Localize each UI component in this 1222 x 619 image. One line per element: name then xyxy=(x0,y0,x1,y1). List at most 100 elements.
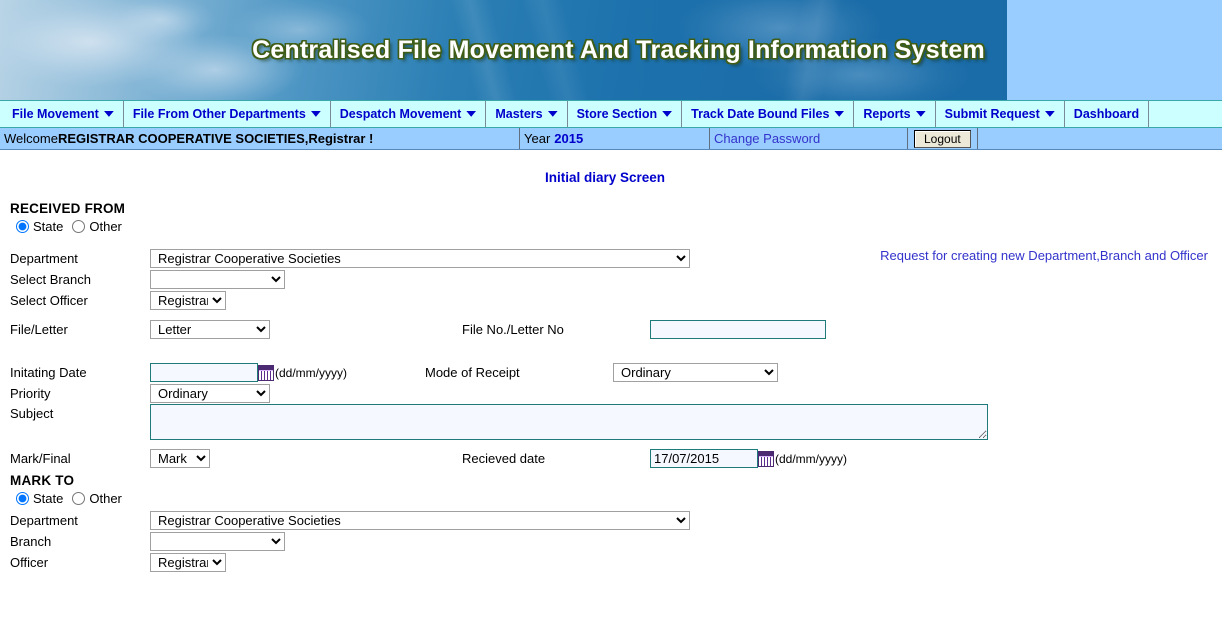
file-letter-select[interactable]: Letter xyxy=(150,320,270,339)
received-date-input[interactable] xyxy=(650,449,758,468)
application-title: Centralised File Movement And Tracking I… xyxy=(252,35,985,64)
received-from-source-radio-group: State Other xyxy=(0,219,1222,234)
menu-item-file-movement[interactable]: File Movement xyxy=(0,101,124,127)
calendar-icon[interactable] xyxy=(758,450,774,467)
banner-right-panel xyxy=(1007,0,1222,100)
menu-label: Dashboard xyxy=(1073,107,1140,121)
mark-final-select[interactable]: Mark xyxy=(150,449,210,468)
file-letter-label: File/Letter xyxy=(10,322,68,337)
initiating-date-input[interactable] xyxy=(150,363,258,382)
received-from-branch-label: Select Branch xyxy=(10,272,91,287)
subject-label: Subject xyxy=(10,406,54,421)
chevron-down-icon xyxy=(466,111,476,117)
priority-select[interactable]: Ordinary xyxy=(150,384,270,403)
page-title: Initial diary Screen xyxy=(544,170,666,185)
welcome-prefix: Welcome xyxy=(4,131,58,146)
menu-item-file-from-other-departments[interactable]: File From Other Departments xyxy=(124,101,331,127)
received-from-department-label: Department xyxy=(10,251,78,266)
menu-item-track-date-bound-files[interactable]: Track Date Bound Files xyxy=(682,101,855,127)
mark-to-branch-label: Branch xyxy=(10,534,52,549)
mark-to-branch-row: Branch xyxy=(0,531,1222,552)
mark-to-state-radio[interactable] xyxy=(16,492,29,505)
initial-diary-form: RECEIVED FROM State Other Department Reg… xyxy=(0,201,1222,573)
received-from-other-option[interactable]: Other xyxy=(72,219,122,234)
priority-row: Priority Ordinary xyxy=(0,383,1222,404)
chevron-down-icon xyxy=(916,111,926,117)
year-display: Year 2015 xyxy=(520,128,710,149)
menu-item-despatch-movement[interactable]: Despatch Movement xyxy=(331,101,487,127)
mark-to-heading: MARK TO xyxy=(10,473,75,488)
mark-to-branch-select[interactable] xyxy=(150,532,285,551)
mark-to-other-label: Other xyxy=(89,491,122,506)
chevron-down-icon xyxy=(662,111,672,117)
priority-label: Priority xyxy=(10,386,51,401)
menu-empty-space xyxy=(1149,101,1222,127)
received-date-format-hint: (dd/mm/yyyy) xyxy=(775,451,847,466)
year-label: Year xyxy=(524,131,551,146)
received-from-officer-label: Select Officer xyxy=(10,293,88,308)
request-new-department-link[interactable]: Request for creating new Department,Bran… xyxy=(880,248,1208,263)
received-from-officer-row: Select Officer Registrar xyxy=(0,290,1222,311)
received-from-department-select[interactable]: Registrar Cooperative Societies xyxy=(150,249,690,268)
page-banner: Centralised File Movement And Tracking I… xyxy=(0,0,1222,100)
welcome-username: REGISTRAR COOPERATIVE SOCIETIES,Registra… xyxy=(57,131,374,146)
logout-cell: Logout xyxy=(908,128,978,149)
mark-final-label: Mark/Final xyxy=(10,451,71,466)
mark-to-other-radio[interactable] xyxy=(72,492,86,505)
received-from-branch-select[interactable] xyxy=(150,270,285,289)
received-from-state-label: State xyxy=(33,219,64,234)
mark-to-department-select[interactable]: Registrar Cooperative Societies xyxy=(150,511,690,530)
menu-label: Track Date Bound Files xyxy=(691,107,830,121)
menu-item-masters[interactable]: Masters xyxy=(486,101,568,127)
menu-item-store-section[interactable]: Store Section xyxy=(568,101,683,127)
change-password-link[interactable]: Change Password xyxy=(710,128,908,149)
received-from-other-radio[interactable] xyxy=(72,220,86,233)
mark-to-officer-select[interactable]: Registrar xyxy=(150,553,226,572)
mark-to-officer-row: Officer Registrar xyxy=(0,552,1222,573)
subject-row: Subject xyxy=(0,404,1222,440)
year-value: 2015 xyxy=(554,131,584,146)
received-from-branch-row: Select Branch xyxy=(0,269,1222,290)
received-from-state-option[interactable]: State xyxy=(16,219,63,234)
mark-to-department-row: Department Registrar Cooperative Societi… xyxy=(0,510,1222,531)
menu-label: File Movement xyxy=(12,107,99,121)
initiating-date-label: Initating Date xyxy=(10,365,87,380)
calendar-icon[interactable] xyxy=(258,364,274,381)
file-no-input[interactable] xyxy=(650,320,826,339)
received-date-label: Recieved date xyxy=(462,451,546,466)
chevron-down-icon xyxy=(1045,111,1055,117)
subject-textarea[interactable] xyxy=(150,404,988,440)
mode-of-receipt-label: Mode of Receipt xyxy=(425,365,520,380)
welcome-message: Welcome REGISTRAR COOPERATIVE SOCIETIES,… xyxy=(0,128,520,149)
mark-to-state-option[interactable]: State xyxy=(16,491,63,506)
mark-to-state-label: State xyxy=(33,491,64,506)
chevron-down-icon xyxy=(311,111,321,117)
mark-final-row: Mark/Final Mark Recieved date (dd/mm/yyy… xyxy=(0,448,1222,469)
menu-item-dashboard[interactable]: Dashboard xyxy=(1065,101,1150,127)
received-from-state-radio[interactable] xyxy=(16,220,29,233)
menu-label: File From Other Departments xyxy=(132,107,306,121)
mark-to-other-option[interactable]: Other xyxy=(72,491,122,506)
status-bar-empty-space xyxy=(978,128,1222,149)
mark-to-department-label: Department xyxy=(10,513,78,528)
menu-label: Store Section xyxy=(576,107,658,121)
file-letter-row: File/Letter Letter File No./Letter No xyxy=(0,319,1222,340)
menu-item-reports[interactable]: Reports xyxy=(854,101,936,127)
received-from-other-label: Other xyxy=(89,219,122,234)
received-from-officer-select[interactable]: Registrar xyxy=(150,291,226,310)
mode-of-receipt-select[interactable]: Ordinary xyxy=(613,363,778,382)
main-navigation-bar: File Movement File From Other Department… xyxy=(0,100,1222,128)
file-no-label: File No./Letter No xyxy=(462,322,564,337)
menu-label: Masters xyxy=(495,107,543,121)
initiating-date-format-hint: (dd/mm/yyyy) xyxy=(275,365,347,380)
menu-item-submit-request[interactable]: Submit Request xyxy=(936,101,1065,127)
received-from-heading: RECEIVED FROM xyxy=(10,201,126,216)
logout-button[interactable]: Logout xyxy=(914,129,971,148)
chevron-down-icon xyxy=(548,111,558,117)
menu-label: Submit Request xyxy=(944,107,1040,121)
initiating-date-row: Initating Date (dd/mm/yyyy) Mode of Rece… xyxy=(0,362,1222,383)
